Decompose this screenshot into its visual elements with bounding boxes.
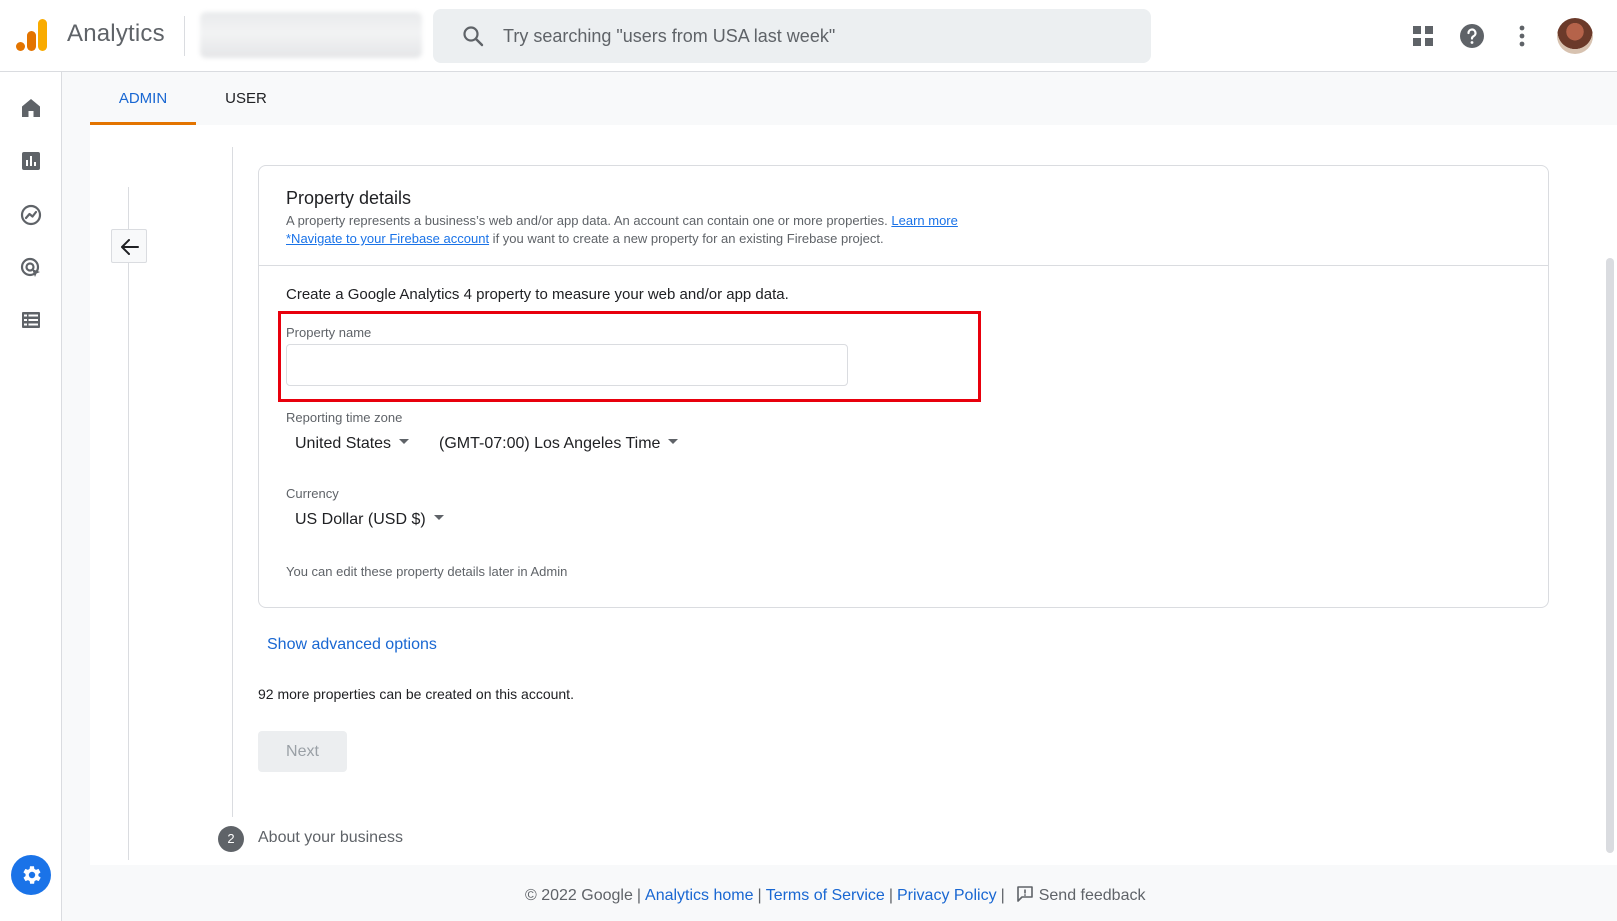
search-bar[interactable] [433, 9, 1151, 63]
footer-links: © 2022 Google | Analytics home | Terms of Se… [525, 884, 1145, 905]
arrow-back-icon [121, 239, 139, 255]
copyright-text: © 2022 Google [525, 887, 633, 904]
top-app-bar: Analytics [0, 0, 1617, 72]
firebase-note-text: if you want to create a new property for… [489, 231, 884, 246]
timezone-label: Reporting time zone [286, 410, 403, 425]
tab-admin[interactable]: ADMIN [90, 72, 196, 125]
step-about-business[interactable]: About your business [258, 829, 403, 847]
property-details-card: Property details A property represents a… [258, 165, 1549, 608]
dropdown-caret-icon [668, 439, 679, 445]
home-icon[interactable] [19, 96, 43, 120]
feedback-icon [1016, 886, 1033, 902]
explore-icon[interactable] [19, 203, 43, 227]
footer: © 2022 Google | Analytics home | Terms of Se… [0, 880, 1617, 910]
learn-more-link[interactable]: Learn more [891, 213, 957, 228]
card-firebase-note: *Navigate to your Firebase account if yo… [286, 231, 884, 246]
next-button[interactable]: Next [258, 731, 347, 772]
currency-value: US Dollar (USD $) [295, 511, 426, 528]
send-feedback-button[interactable]: Send feedback [1015, 884, 1146, 905]
property-name-input[interactable] [286, 344, 848, 386]
app-title: Analytics [67, 20, 165, 47]
configure-icon[interactable] [19, 308, 43, 332]
help-icon[interactable] [1458, 22, 1486, 50]
edit-later-note: You can edit these property details late… [286, 564, 568, 579]
send-feedback-label: Send feedback [1038, 887, 1146, 904]
avatar[interactable] [1557, 18, 1593, 54]
remaining-properties-text: 92 more properties can be created on thi… [258, 686, 574, 702]
card-description: A property represents a business’s web a… [286, 213, 958, 228]
more-vert-icon[interactable] [1508, 22, 1536, 50]
tab-user[interactable]: USER [196, 72, 296, 125]
dropdown-caret-icon [433, 515, 444, 521]
firebase-account-link[interactable]: *Navigate to your Firebase account [286, 231, 489, 246]
analytics-home-link[interactable]: Analytics home [645, 887, 754, 904]
currency-label: Currency [286, 486, 339, 501]
account-selector[interactable] [200, 12, 422, 58]
analytics-logo-icon[interactable] [16, 18, 48, 52]
country-select[interactable]: United States [295, 435, 410, 453]
card-title: Property details [286, 188, 412, 208]
reports-icon[interactable] [19, 149, 43, 173]
apps-grid-icon[interactable] [1409, 22, 1437, 50]
dropdown-caret-icon [399, 439, 410, 445]
step-number-badge: 2 [218, 826, 244, 852]
show-advanced-options-button[interactable]: Show advanced options [267, 636, 437, 654]
property-name-label: Property name [286, 325, 372, 340]
back-button[interactable] [111, 229, 147, 263]
card-description-text: A property represents a business’s web a… [286, 213, 888, 228]
privacy-link[interactable]: Privacy Policy [897, 887, 997, 904]
search-icon [463, 26, 484, 47]
advertising-icon[interactable] [19, 256, 43, 280]
timezone-value: (GMT-07:00) Los Angeles Time [439, 435, 661, 452]
terms-link[interactable]: Terms of Service [766, 887, 885, 904]
scrollbar[interactable] [1606, 258, 1614, 853]
timezone-select[interactable]: (GMT-07:00) Los Angeles Time [439, 435, 679, 453]
currency-select[interactable]: US Dollar (USD $) [295, 511, 444, 529]
title-divider [184, 16, 185, 56]
stepper-line-inner [232, 147, 233, 817]
stepper-line-outer [128, 187, 129, 860]
search-input[interactable] [503, 9, 1123, 63]
left-nav-rail [0, 72, 62, 921]
country-value: United States [295, 435, 392, 452]
card-header: Property details A property represents a… [259, 166, 1548, 266]
form-intro: Create a Google Analytics 4 property to … [286, 286, 789, 303]
